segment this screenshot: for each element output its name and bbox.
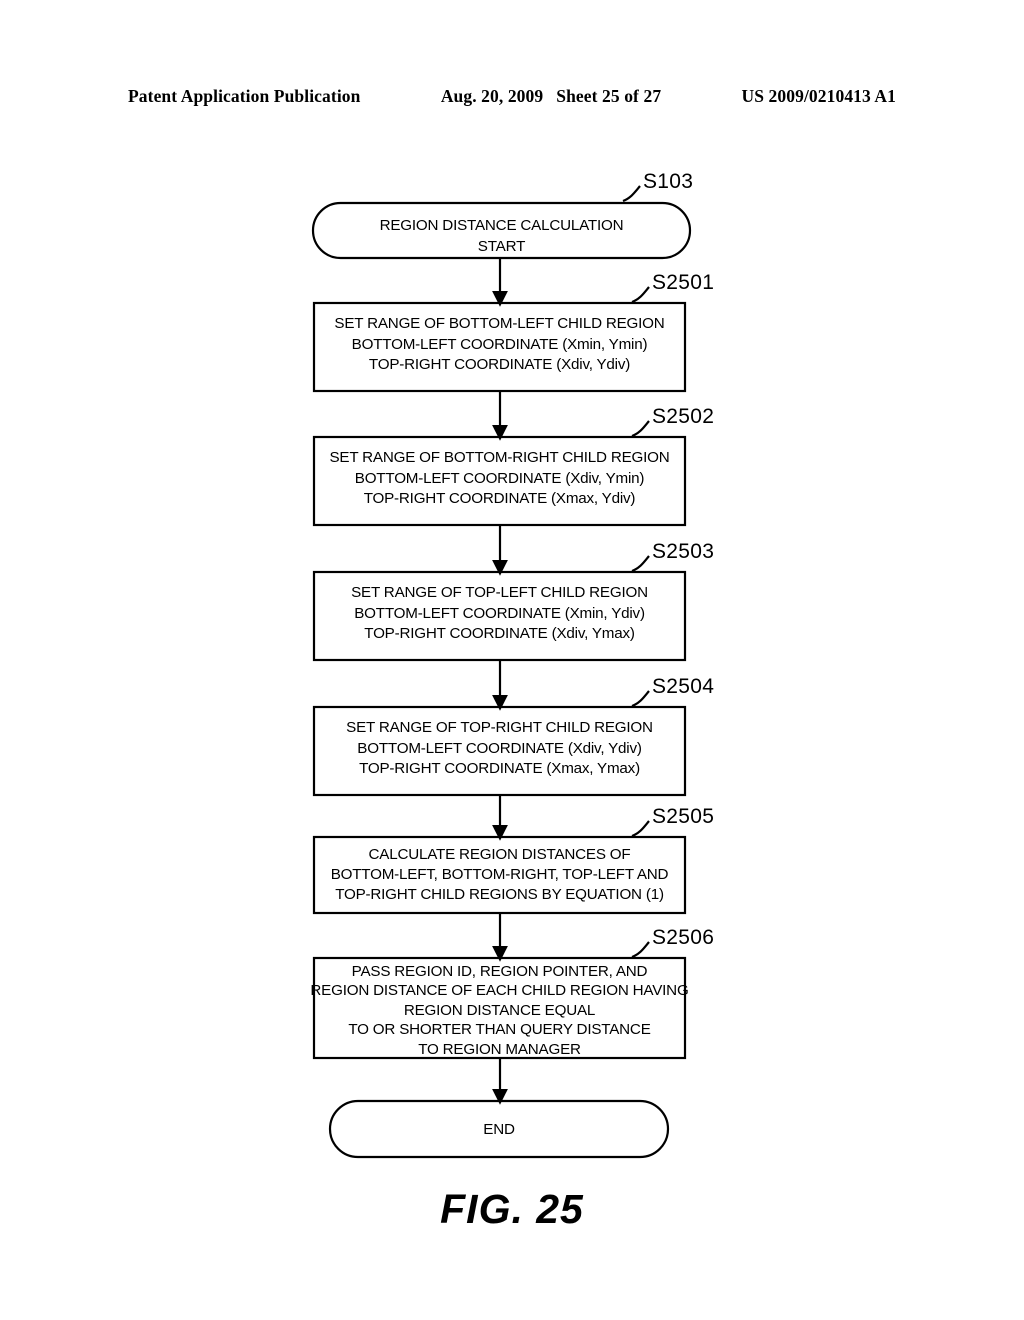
step-s2501-line-1: SET RANGE OF BOTTOM-LEFT CHILD REGION — [334, 315, 665, 332]
step-s2505-line-1: CALCULATE REGION DISTANCES OF — [368, 846, 631, 863]
end-terminal-text: END — [330, 1119, 668, 1140]
step-box-s2506-text: PASS REGION ID, REGION POINTER, AND REGI… — [305, 962, 694, 1059]
step-label-s103: S103 — [643, 170, 694, 193]
leader-line-s103 — [622, 185, 641, 203]
step-label-s2505: S2505 — [652, 805, 715, 828]
step-s2502-line-2: BOTTOM-LEFT COORDINATE (Xdiv, Ymin) — [354, 469, 645, 487]
step-label-s2502: S2502 — [652, 405, 715, 428]
leader-line-s2503 — [631, 555, 650, 573]
step-s2505-line-3: TOP-RIGHT CHILD REGIONS BY EQUATION (1) — [335, 886, 664, 903]
leader-line-s2505 — [631, 820, 650, 838]
step-s2506-line-4: TO OR SHORTER THAN QUERY DISTANCE — [348, 1021, 651, 1039]
start-terminal-line-1: REGION DISTANCE CALCULATION — [379, 217, 624, 234]
start-terminal-text: REGION DISTANCE CALCULATION START — [313, 215, 690, 257]
leader-line-s2504 — [631, 690, 650, 708]
step-s2503-line-3: TOP-RIGHT COORDINATE (Xdiv, Ymax) — [364, 625, 635, 642]
step-s2506-line-1: PASS REGION ID, REGION POINTER, AND — [351, 963, 648, 980]
step-box-s2504-text: SET RANGE OF TOP-RIGHT CHILD REGION BOTT… — [314, 718, 685, 780]
step-box-s2505-text: CALCULATE REGION DISTANCES OF BOTTOM-LEF… — [309, 845, 690, 905]
step-s2505-line-2: BOTTOM-LEFT, BOTTOM-RIGHT, TOP-LEFT AND — [330, 866, 669, 883]
leader-line-s2501 — [631, 286, 650, 304]
step-s2502-line-1: SET RANGE OF BOTTOM-RIGHT CHILD REGION — [329, 449, 670, 466]
end-terminal-line-1: END — [483, 1121, 515, 1138]
step-s2506-line-5: TO REGION MANAGER — [418, 1040, 581, 1058]
step-box-s2501-text: SET RANGE OF BOTTOM-LEFT CHILD REGION BO… — [314, 314, 685, 376]
step-label-s2501: S2501 — [652, 271, 715, 294]
step-s2506-line-2: REGION DISTANCE OF EACH CHILD REGION HAV… — [310, 982, 689, 1000]
step-s2504-line-1: SET RANGE OF TOP-RIGHT CHILD REGION — [346, 719, 653, 736]
step-label-s2504: S2504 — [652, 675, 715, 698]
step-s2506-line-3: REGION DISTANCE EQUAL — [403, 1001, 596, 1019]
flowchart-diagram: REGION DISTANCE CALCULATION START SET RA… — [0, 0, 1024, 1320]
step-label-s2503: S2503 — [652, 540, 715, 563]
step-s2503-line-2: BOTTOM-LEFT COORDINATE (Xmin, Ydiv) — [354, 604, 645, 622]
step-box-s2502-text: SET RANGE OF BOTTOM-RIGHT CHILD REGION B… — [314, 448, 685, 510]
figure-caption: FIG. 25 — [440, 1186, 584, 1232]
step-s2502-line-3: TOP-RIGHT COORDINATE (Xmax, Ydiv) — [363, 490, 636, 507]
leader-line-s2506 — [631, 941, 650, 959]
step-s2504-line-3: TOP-RIGHT COORDINATE (Xmax, Ymax) — [359, 760, 640, 777]
step-s2501-line-3: TOP-RIGHT COORDINATE (Xdiv, Ydiv) — [368, 356, 631, 373]
leader-line-s2502 — [631, 420, 650, 438]
step-box-s2503-text: SET RANGE OF TOP-LEFT CHILD REGION BOTTO… — [314, 583, 685, 645]
step-s2503-line-1: SET RANGE OF TOP-LEFT CHILD REGION — [351, 584, 648, 601]
step-s2501-line-2: BOTTOM-LEFT COORDINATE (Xmin, Ymin) — [351, 335, 648, 353]
step-label-s2506: S2506 — [652, 926, 715, 949]
start-terminal-line-2: START — [477, 238, 526, 255]
step-s2504-line-2: BOTTOM-LEFT COORDINATE (Xdiv, Ydiv) — [357, 739, 642, 757]
